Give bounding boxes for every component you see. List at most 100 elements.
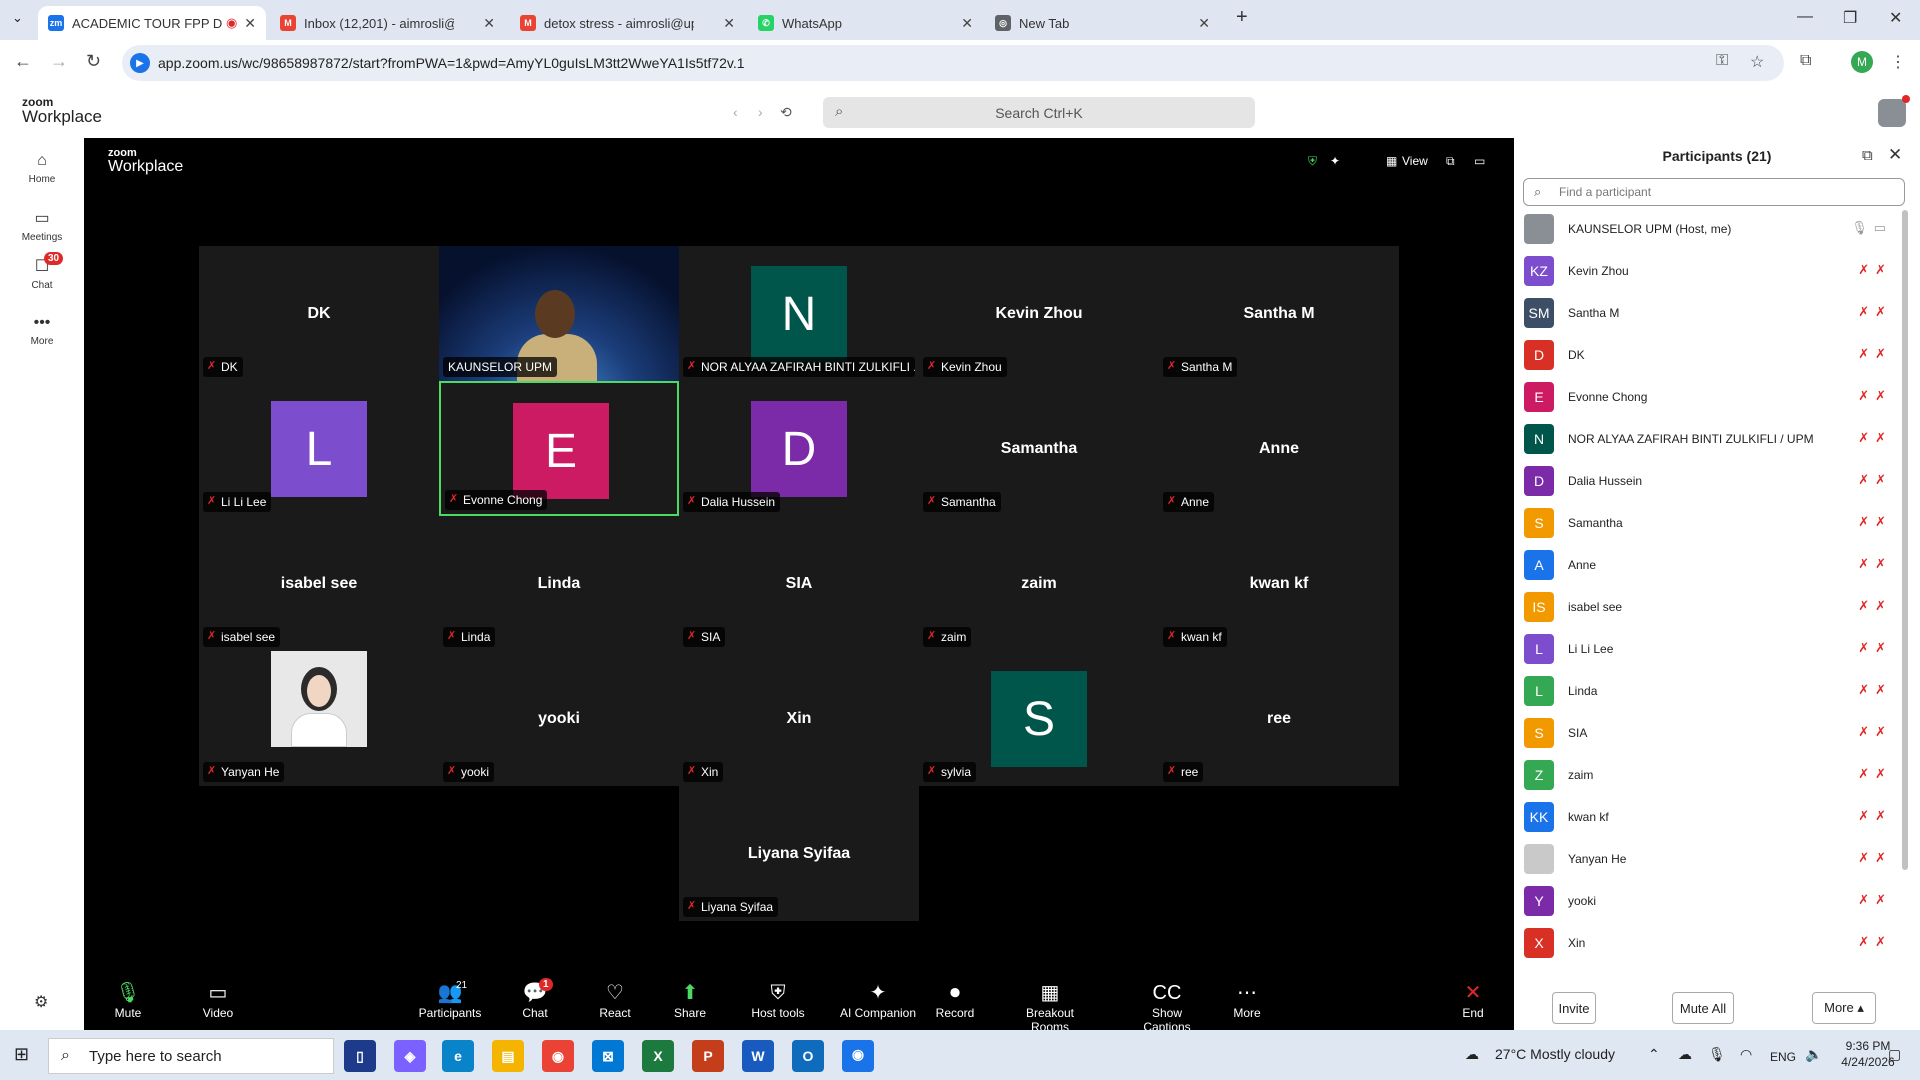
mic-video-status-icon[interactable]: ✗✗ bbox=[1858, 346, 1892, 362]
mic-video-status-icon[interactable]: 🎙▭ bbox=[1851, 220, 1892, 236]
nav-item-chat[interactable]: ☐ Chat 30 bbox=[0, 252, 84, 291]
bookmark-star-icon[interactable]: ☆ bbox=[1750, 52, 1764, 72]
participant-row[interactable]: Zzaim ✗✗ bbox=[1524, 754, 1894, 796]
toolbar-participants-button[interactable]: 👥 Participants 21 bbox=[410, 980, 490, 1020]
participant-row[interactable]: X Xin ✗✗ bbox=[1524, 922, 1894, 964]
mic-video-status-icon[interactable]: ✗✗ bbox=[1858, 304, 1892, 320]
participant-row[interactable]: KZ Kevin Zhou ✗✗ bbox=[1524, 250, 1894, 292]
ai-sparkle-icon[interactable]: ✦ bbox=[1330, 154, 1340, 168]
participant-row[interactable]: IS isabel see ✗✗ bbox=[1524, 586, 1894, 628]
participant-row[interactable]: N NOR ALYAA ZAFIRAH BINTI ZULKIFLI / UPM ✗… bbox=[1524, 418, 1894, 460]
extensions-icon[interactable]: ⧉ bbox=[1800, 52, 1811, 70]
participant-row[interactable]: Yanyan He ✗✗ bbox=[1524, 838, 1894, 880]
nav-item-meetings[interactable]: ▭ Meetings bbox=[0, 208, 84, 243]
word-icon[interactable]: W bbox=[742, 1040, 774, 1072]
toolbar-video-button[interactable]: ▭ Video bbox=[178, 980, 258, 1020]
mic-video-status-icon[interactable]: ✗✗ bbox=[1858, 640, 1892, 656]
nav-item-home[interactable]: ⌂ Home bbox=[0, 152, 84, 185]
fullscreen-icon[interactable]: ▭ bbox=[1474, 154, 1485, 168]
tab-search-chevron-icon[interactable]: ⌄ bbox=[12, 10, 23, 26]
toolbar-breakout-rooms-button[interactable]: ▦ Breakout Rooms bbox=[1010, 980, 1090, 1034]
history-back-icon[interactable]: ‹ bbox=[733, 104, 738, 120]
mic-video-status-icon[interactable]: ✗✗ bbox=[1858, 682, 1892, 698]
participant-row[interactable]: KAUNSELOR UPM (Host, me) 🎙▭ bbox=[1524, 208, 1894, 250]
toolbar-end-button[interactable]: ✕ End bbox=[1433, 980, 1513, 1020]
forward-icon[interactable]: → bbox=[50, 51, 68, 72]
excel-icon[interactable]: X bbox=[642, 1040, 674, 1072]
video-tile[interactable]: Linda ✗ Linda bbox=[439, 516, 679, 651]
language-indicator[interactable]: ENG bbox=[1770, 1050, 1796, 1064]
tab-close-icon[interactable]: ✕ bbox=[244, 15, 256, 32]
back-icon[interactable]: ← bbox=[14, 51, 32, 72]
toolbar-react-button[interactable]: ♡ React bbox=[575, 980, 655, 1020]
tab-close-icon[interactable]: ✕ bbox=[483, 15, 495, 32]
participant-scrollbar[interactable] bbox=[1902, 210, 1908, 870]
zoom-search-input[interactable]: ⌕ Search Ctrl+K bbox=[823, 97, 1255, 128]
video-tile[interactable]: Samantha ✗ Samantha bbox=[919, 381, 1159, 516]
task-view-icon[interactable]: ▯ bbox=[344, 1040, 376, 1072]
participant-row[interactable]: L Linda ✗✗ bbox=[1524, 670, 1894, 712]
security-shield-icon[interactable]: ⛨ bbox=[1308, 154, 1317, 169]
view-grid-icon[interactable]: ▦ bbox=[1386, 154, 1397, 168]
video-tile[interactable]: Liyana Syifaa ✗ Liyana Syifaa bbox=[679, 786, 919, 921]
volume-icon[interactable]: 🔈 bbox=[1805, 1046, 1822, 1063]
toolbar-chat-button[interactable]: 💬 Chat 1 bbox=[495, 978, 575, 1020]
video-tile[interactable]: Kevin Zhou ✗ Kevin Zhou bbox=[919, 246, 1159, 381]
find-participant-input[interactable]: ⌕ Find a participant bbox=[1523, 178, 1905, 206]
mic-video-status-icon[interactable]: ✗✗ bbox=[1858, 766, 1892, 782]
powerpoint-icon[interactable]: P bbox=[692, 1040, 724, 1072]
toolbar-show-captions-button[interactable]: CC Show Captions bbox=[1127, 980, 1207, 1034]
tab-close-icon[interactable]: ✕ bbox=[1198, 15, 1210, 32]
mic-video-status-icon[interactable]: ✗✗ bbox=[1858, 556, 1892, 572]
browser-menu-icon[interactable]: ⋮ bbox=[1890, 52, 1906, 72]
participant-row[interactable]: Yyooki ✗✗ bbox=[1524, 880, 1894, 922]
mic-video-status-icon[interactable]: ✗✗ bbox=[1858, 472, 1892, 488]
pip-icon[interactable]: ⧉ bbox=[1446, 154, 1455, 169]
mic-video-status-icon[interactable]: ✗✗ bbox=[1858, 892, 1892, 908]
profile-avatar[interactable]: M bbox=[1851, 51, 1873, 73]
chrome-zoom-icon[interactable]: ◉ bbox=[842, 1040, 874, 1072]
video-tile[interactable]: SIA ✗ SIA bbox=[679, 516, 919, 651]
video-tile[interactable]: Xin ✗ Xin bbox=[679, 651, 919, 786]
video-tile[interactable]: L ✗ Li Li Lee bbox=[199, 381, 439, 516]
user-avatar[interactable] bbox=[1878, 95, 1910, 127]
mic-tray-icon[interactable]: 🎙 bbox=[1708, 1046, 1726, 1063]
site-info-icon[interactable]: ▶ bbox=[130, 53, 150, 73]
toolbar-ai-companion-button[interactable]: ✦ AI Companion bbox=[838, 980, 918, 1020]
toolbar-record-button[interactable]: ⏺ Record bbox=[915, 980, 995, 1020]
tab-close-icon[interactable]: ✕ bbox=[723, 15, 735, 32]
video-tile[interactable]: isabel see ✗ isabel see bbox=[199, 516, 439, 651]
minimize-icon[interactable]: — bbox=[1797, 8, 1813, 26]
participant-row[interactable]: D Dalia Hussein ✗✗ bbox=[1524, 460, 1894, 502]
toolbar-more-button[interactable]: ⋯ More bbox=[1207, 980, 1287, 1020]
password-key-icon[interactable]: ⚿ bbox=[1716, 52, 1728, 70]
store-icon[interactable]: ⊠ bbox=[592, 1040, 624, 1072]
mute-all-button[interactable]: Mute All bbox=[1672, 992, 1734, 1024]
video-tile[interactable]: ✗ Yanyan He bbox=[199, 651, 439, 786]
video-tile[interactable]: D ✗ Dalia Hussein bbox=[679, 381, 919, 516]
mic-video-status-icon[interactable]: ✗✗ bbox=[1858, 808, 1892, 824]
video-tile[interactable]: Santha M ✗ Santha M bbox=[1159, 246, 1399, 381]
url-field[interactable]: ▶ app.zoom.us/wc/98658987872/start?fromP… bbox=[122, 45, 1784, 81]
view-button[interactable]: View bbox=[1402, 154, 1428, 168]
mic-video-status-icon[interactable]: ✗✗ bbox=[1858, 724, 1892, 740]
history-icon[interactable]: ⟲ bbox=[780, 104, 792, 121]
video-tile[interactable]: zaim ✗ zaim bbox=[919, 516, 1159, 651]
restore-icon[interactable]: ❐ bbox=[1843, 8, 1857, 28]
edge-icon[interactable]: e bbox=[442, 1040, 474, 1072]
notifications-icon[interactable]: ▢ bbox=[1888, 1046, 1901, 1063]
participant-row[interactable]: E Evonne Chong ✗✗ bbox=[1524, 376, 1894, 418]
close-window-icon[interactable]: ✕ bbox=[1889, 8, 1902, 28]
video-tile[interactable]: Anne ✗ Anne bbox=[1159, 381, 1399, 516]
windows-start-icon[interactable]: ⊞ bbox=[14, 1044, 29, 1065]
wifi-icon[interactable]: ◠ bbox=[1740, 1046, 1752, 1063]
invite-button[interactable]: Invite bbox=[1552, 992, 1596, 1024]
tray-chevron-icon[interactable]: ⌃ bbox=[1648, 1046, 1660, 1063]
settings-gear-icon[interactable]: ⚙ bbox=[34, 992, 48, 1012]
browser-tab[interactable]: ✆ WhatsApp ✕ bbox=[748, 6, 983, 40]
toolbar-host-tools-button[interactable]: ⛨ Host tools bbox=[738, 980, 818, 1020]
video-tile[interactable]: KAUNSELOR UPM bbox=[439, 246, 679, 382]
mic-video-status-icon[interactable]: ✗✗ bbox=[1858, 934, 1892, 950]
nav-item-more[interactable]: ••• More bbox=[0, 314, 84, 347]
popout-icon[interactable]: ⧉ bbox=[1862, 147, 1873, 164]
